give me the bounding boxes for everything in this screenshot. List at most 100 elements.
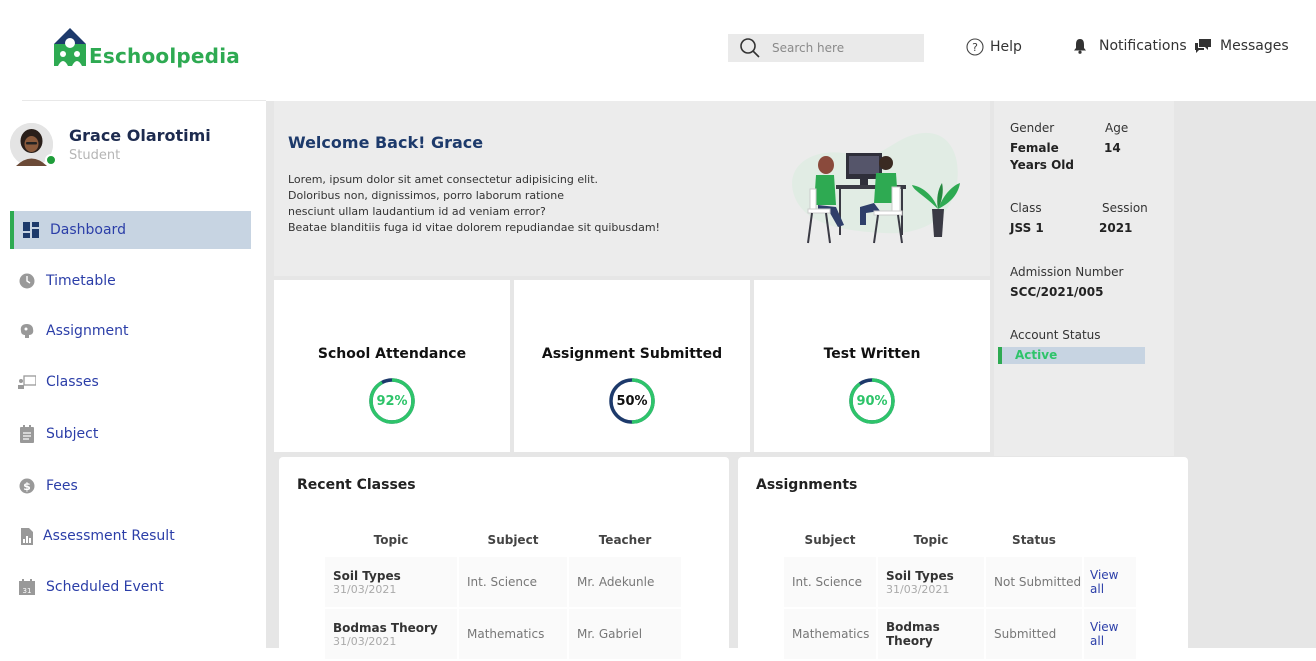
sidebar-item-fees[interactable]: $ Fees [10,467,251,505]
session-label: Session [1102,201,1148,215]
subject-cell: Mathematics [459,609,567,659]
user-profile[interactable] [10,123,57,166]
brand-name: Eschoolpedia [89,44,240,68]
welcome-text: Lorem, ipsum dolor sit amet consectetur … [288,172,668,236]
account-status-label: Account Status [1010,328,1101,342]
topic-name: Bodmas Theory [886,620,940,648]
progress-value: 92% [376,393,408,409]
teacher-cell: Mr. Adekunle [569,557,681,607]
right-strip [1174,101,1316,456]
panel-title: Assignments [756,477,858,493]
card-title: Test Written [823,346,921,362]
admission-number-value: SCC/2021/005 [1010,285,1104,299]
sidebar-item-label: Timetable [46,273,116,289]
teacher-cell: Mr. Gabriel [569,609,681,659]
table-row[interactable]: Bodmas Theory 31/03/2021 Mathematics Mr. … [325,609,681,659]
table-header-row: Topic Subject Teacher [325,525,681,555]
sidebar-item-label: Dashboard [50,222,126,238]
table-row: Mathematics Bodmas Theory Submitted View… [784,609,1136,659]
sidebar-item-classes[interactable]: Classes [10,363,251,401]
chat-bubbles-icon [1195,39,1211,53]
topic-cell: Soil Types 31/03/2021 [325,557,457,607]
sidebar-item-dashboard[interactable]: Dashboard [10,211,251,249]
sidebar: Grace Olarotimi Student Dashboard Timeta… [0,101,266,648]
top-bar: Eschoolpedia ? Help Notifications Messag… [0,0,1316,100]
topic-name: Soil Types [333,568,401,583]
class-value: JSS 1 [1010,221,1044,235]
subject-cell: Int. Science [459,557,567,607]
svg-text:?: ? [972,41,978,54]
avatar [10,123,57,166]
sidebar-item-assessment-result[interactable]: Assessment Result [10,517,251,555]
classroom-icon [18,373,36,391]
topic-date: 31/03/2021 [333,582,397,596]
welcome-line: nesciunt ullam laudantium id ad veniam e… [288,205,546,218]
welcome-card: Welcome Back! Grace Lorem, ipsum dolor s… [274,101,990,276]
recent-classes-panel: Recent Classes Topic Subject Teacher Soi… [279,457,729,659]
gender-label: Gender [1010,121,1055,135]
table-row[interactable]: Soil Types 31/03/2021 Int. Science Mr. Ad… [325,557,681,607]
welcome-line: Beatae blanditiis fuga id vitae dolorem … [288,221,660,234]
table-row: Int. Science Soil Types 31/03/2021 Not Su… [784,557,1136,607]
help-link[interactable]: ? Help [966,38,1022,56]
panel-title: Recent Classes [297,477,416,493]
sidebar-item-scheduled-event[interactable]: 31 Scheduled Event [10,568,251,606]
help-label: Help [990,39,1022,55]
search-icon [740,38,760,58]
topic-name: Bodmas Theory [333,620,438,635]
sidebar-item-subject[interactable]: Subject [10,415,251,453]
subject-cell: Mathematics [784,609,876,659]
card-title: Assignment Submitted [541,346,723,362]
attendance-card: School Attendance 92% [274,280,510,452]
messages-label: Messages [1220,38,1289,54]
brand-logo[interactable]: Eschoolpedia [52,24,240,68]
calendar-icon: 31 [18,578,36,596]
welcome-line: Lorem, ipsum dolor sit amet consectetur … [288,173,599,186]
topic-date: 31/03/2021 [886,582,950,596]
svg-text:$: $ [23,480,31,493]
messages-link[interactable]: Messages [1194,38,1289,54]
age-unit: Years Old [1010,158,1074,172]
clock-icon [18,272,36,290]
status-badge: Active [998,347,1145,364]
topic-cell: Soil Types 31/03/2021 [878,557,984,607]
card-title: School Attendance [317,346,467,362]
sidebar-item-label: Assessment Result [43,528,175,544]
topic-cell: Bodmas Theory 31/03/2021 [325,609,457,659]
view-all-link[interactable]: View all [1090,620,1118,648]
user-name: Grace Olarotimi [69,126,211,145]
progress-value: 50% [616,393,648,409]
subject-cell: Int. Science [784,557,876,607]
bell-icon [1074,39,1086,54]
view-all-link[interactable]: View all [1090,568,1118,596]
action-cell: View all [1084,557,1136,607]
svg-text:31: 31 [23,587,32,595]
assignments-table: Subject Topic Status Int. Science Soil T… [782,523,1138,661]
students-at-computer-illustration [792,132,960,244]
assignment-submitted-card: Assignment Submitted 50% [514,280,750,452]
search-box[interactable] [728,34,924,62]
column-header [1084,525,1136,555]
action-cell: View all [1084,609,1136,659]
age-value: 14 [1104,141,1121,155]
topic-name: Soil Types [886,568,954,583]
notepad-icon [18,425,36,443]
table-header-row: Subject Topic Status [784,525,1136,555]
sidebar-item-label: Fees [46,478,78,494]
recent-classes-table: Topic Subject Teacher Soil Types 31/03/20… [323,523,683,661]
topic-date: 31/03/2021 [333,634,397,648]
search-input[interactable] [772,41,912,55]
welcome-title: Welcome Back! Grace [288,133,484,152]
student-info-panel: Gender Age Female 14 Years Old Class Ses… [994,101,1174,456]
column-header: Status [1012,533,1056,547]
welcome-line: Doloribus non, dignissimos, porro laboru… [288,189,565,202]
online-status-dot [45,154,57,166]
topic-cell: Bodmas Theory [878,609,984,659]
notifications-link[interactable]: Notifications [1072,38,1187,54]
sidebar-item-timetable[interactable]: Timetable [10,262,251,300]
brain-icon [18,322,36,340]
status-cell: Submitted [986,609,1082,659]
sidebar-item-assignment[interactable]: Assignment [10,312,251,350]
column-header: Subject [804,533,856,547]
age-label: Age [1105,121,1129,135]
